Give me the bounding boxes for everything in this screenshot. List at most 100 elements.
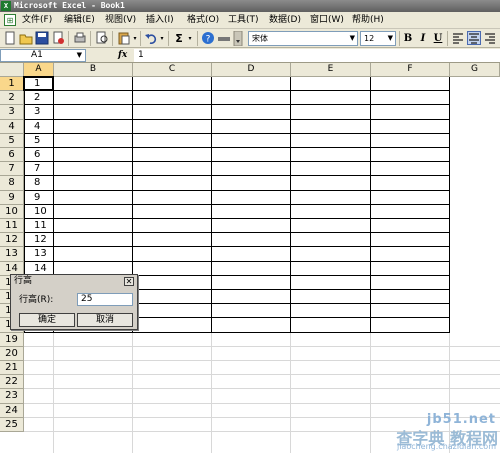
column-header[interactable]: A [24, 63, 54, 77]
gridline [24, 345, 500, 347]
underline-button[interactable]: U [432, 29, 444, 48]
toolbar-separator [140, 31, 141, 46]
menu-format[interactable]: 格式(O) [187, 12, 219, 29]
workbook-icon[interactable]: ⊞ [4, 14, 16, 26]
menu-file[interactable]: 文件(F) [22, 12, 52, 29]
print-icon[interactable] [73, 31, 87, 45]
toolbar-options-icon[interactable] [233, 30, 243, 47]
formula-input[interactable]: 1 [134, 49, 500, 62]
ok-button[interactable]: 确定 [19, 313, 75, 327]
new-icon[interactable] [3, 31, 17, 45]
row-header[interactable]: 23 [0, 389, 24, 404]
cell-a[interactable]: 13 [24, 247, 54, 261]
row-header[interactable]: 8 [0, 176, 24, 191]
cell-border [370, 77, 371, 333]
help-icon[interactable]: ? [201, 31, 215, 45]
chevron-down-icon[interactable]: ▼ [350, 32, 355, 45]
undo-icon[interactable] [144, 31, 158, 45]
paste-icon[interactable] [117, 31, 131, 45]
gridline [211, 332, 212, 453]
align-right-icon[interactable] [483, 31, 497, 45]
row-header[interactable]: 22 [0, 375, 24, 390]
column-header[interactable]: E [291, 63, 371, 77]
name-box[interactable]: A1 ▼ [0, 49, 86, 62]
cell-a[interactable]: 11 [24, 219, 54, 233]
align-left-icon[interactable] [451, 31, 465, 45]
toolbar-separator [197, 31, 198, 46]
column-header[interactable]: F [371, 63, 450, 77]
column-header[interactable]: C [133, 63, 212, 77]
row-header[interactable]: 24 [0, 403, 24, 418]
menu-edit[interactable]: 编辑(E) [64, 12, 95, 29]
cell-a[interactable]: 10 [24, 205, 54, 219]
autosum-button[interactable]: Σ [172, 29, 186, 48]
cell-a[interactable]: 7 [24, 162, 54, 176]
menu-tools[interactable]: 工具(T) [228, 12, 259, 29]
font-size-value: 12 [364, 34, 375, 43]
italic-button[interactable]: I [417, 29, 429, 48]
menu-data[interactable]: 数据(D) [269, 12, 301, 29]
row-header[interactable]: 12 [0, 233, 24, 248]
print-preview-icon[interactable] [95, 31, 109, 45]
menu-window[interactable]: 窗口(W) [310, 12, 344, 29]
cell-border [24, 161, 450, 163]
save-icon[interactable] [35, 31, 49, 45]
cell-a[interactable]: 5 [24, 134, 54, 148]
gridline [53, 332, 54, 453]
cell-a[interactable]: 3 [24, 105, 54, 119]
row-header[interactable]: 25 [0, 417, 24, 432]
cell-a[interactable]: 6 [24, 148, 54, 162]
font-name-combo[interactable]: 宋体 ▼ [248, 31, 358, 46]
chevron-down-icon[interactable]: ▼ [77, 50, 82, 61]
close-icon[interactable]: ✕ [124, 277, 134, 286]
toolbar-separator [399, 31, 400, 46]
row-header[interactable]: 5 [0, 133, 24, 148]
row-header[interactable]: 7 [0, 162, 24, 177]
row-height-input[interactable]: 25 [77, 293, 133, 306]
paste-dropdown-icon[interactable]: ▾ [132, 29, 138, 48]
column-header[interactable]: D [212, 63, 291, 77]
select-all-corner[interactable] [0, 63, 24, 77]
row-header[interactable]: 9 [0, 190, 24, 205]
toolbar-separator [68, 31, 69, 46]
font-size-combo[interactable]: 12 ▼ [360, 31, 396, 46]
row-header[interactable]: 19 [0, 332, 24, 347]
menu-help[interactable]: 帮助(H) [352, 12, 384, 29]
row-header[interactable]: 21 [0, 361, 24, 376]
column-header[interactable]: B [54, 63, 133, 77]
row-header[interactable]: 11 [0, 219, 24, 234]
spreadsheet-grid[interactable]: ABCDEFG123456789101112131415161718192021… [0, 63, 500, 453]
menu-view[interactable]: 视图(V) [105, 12, 136, 29]
cell-a[interactable]: 12 [24, 233, 54, 247]
align-center-icon[interactable] [467, 31, 481, 45]
cell-a[interactable]: 8 [24, 176, 54, 190]
cancel-button[interactable]: 取消 [77, 313, 133, 327]
gridline [290, 332, 291, 453]
permission-icon[interactable] [51, 31, 65, 45]
undo-dropdown-icon[interactable]: ▾ [159, 29, 165, 48]
title-bar: X Microsoft Excel - Book1 [0, 0, 500, 12]
chevron-down-icon[interactable]: ▼ [388, 32, 393, 45]
row-header[interactable]: 20 [0, 346, 24, 361]
zoom-icon[interactable] [217, 31, 231, 45]
menu-insert[interactable]: 插入(I) [146, 12, 174, 29]
toolbar-separator [168, 31, 169, 46]
column-header[interactable]: G [450, 63, 500, 77]
row-header[interactable]: 13 [0, 247, 24, 262]
bold-button[interactable]: B [402, 29, 414, 48]
cell-a[interactable]: 9 [24, 191, 54, 205]
row-header[interactable]: 6 [0, 148, 24, 163]
row-header[interactable]: 4 [0, 119, 24, 134]
row-header[interactable]: 10 [0, 204, 24, 219]
autosum-dropdown-icon[interactable]: ▾ [187, 29, 193, 48]
row-header[interactable]: 1 [0, 77, 24, 92]
row-header[interactable]: 3 [0, 105, 24, 120]
cell-border [24, 104, 450, 106]
cell-a[interactable]: 4 [24, 120, 54, 134]
gridline [132, 332, 133, 453]
insert-function-button[interactable]: fx [118, 48, 132, 63]
open-icon[interactable] [19, 31, 33, 45]
cell-border [24, 90, 450, 92]
cell-a[interactable]: 2 [24, 91, 54, 105]
row-header[interactable]: 2 [0, 91, 24, 106]
